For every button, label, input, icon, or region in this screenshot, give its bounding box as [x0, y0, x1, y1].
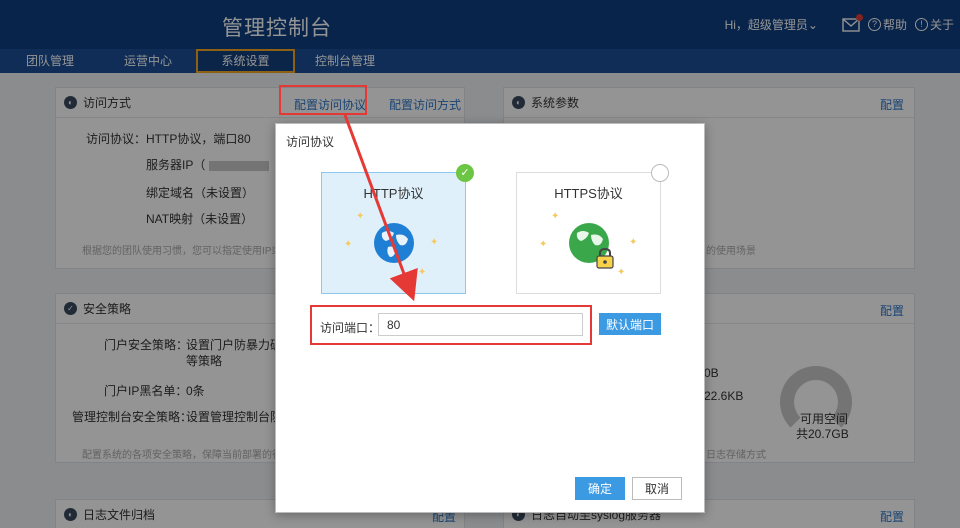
annotation-arrow — [343, 114, 418, 302]
